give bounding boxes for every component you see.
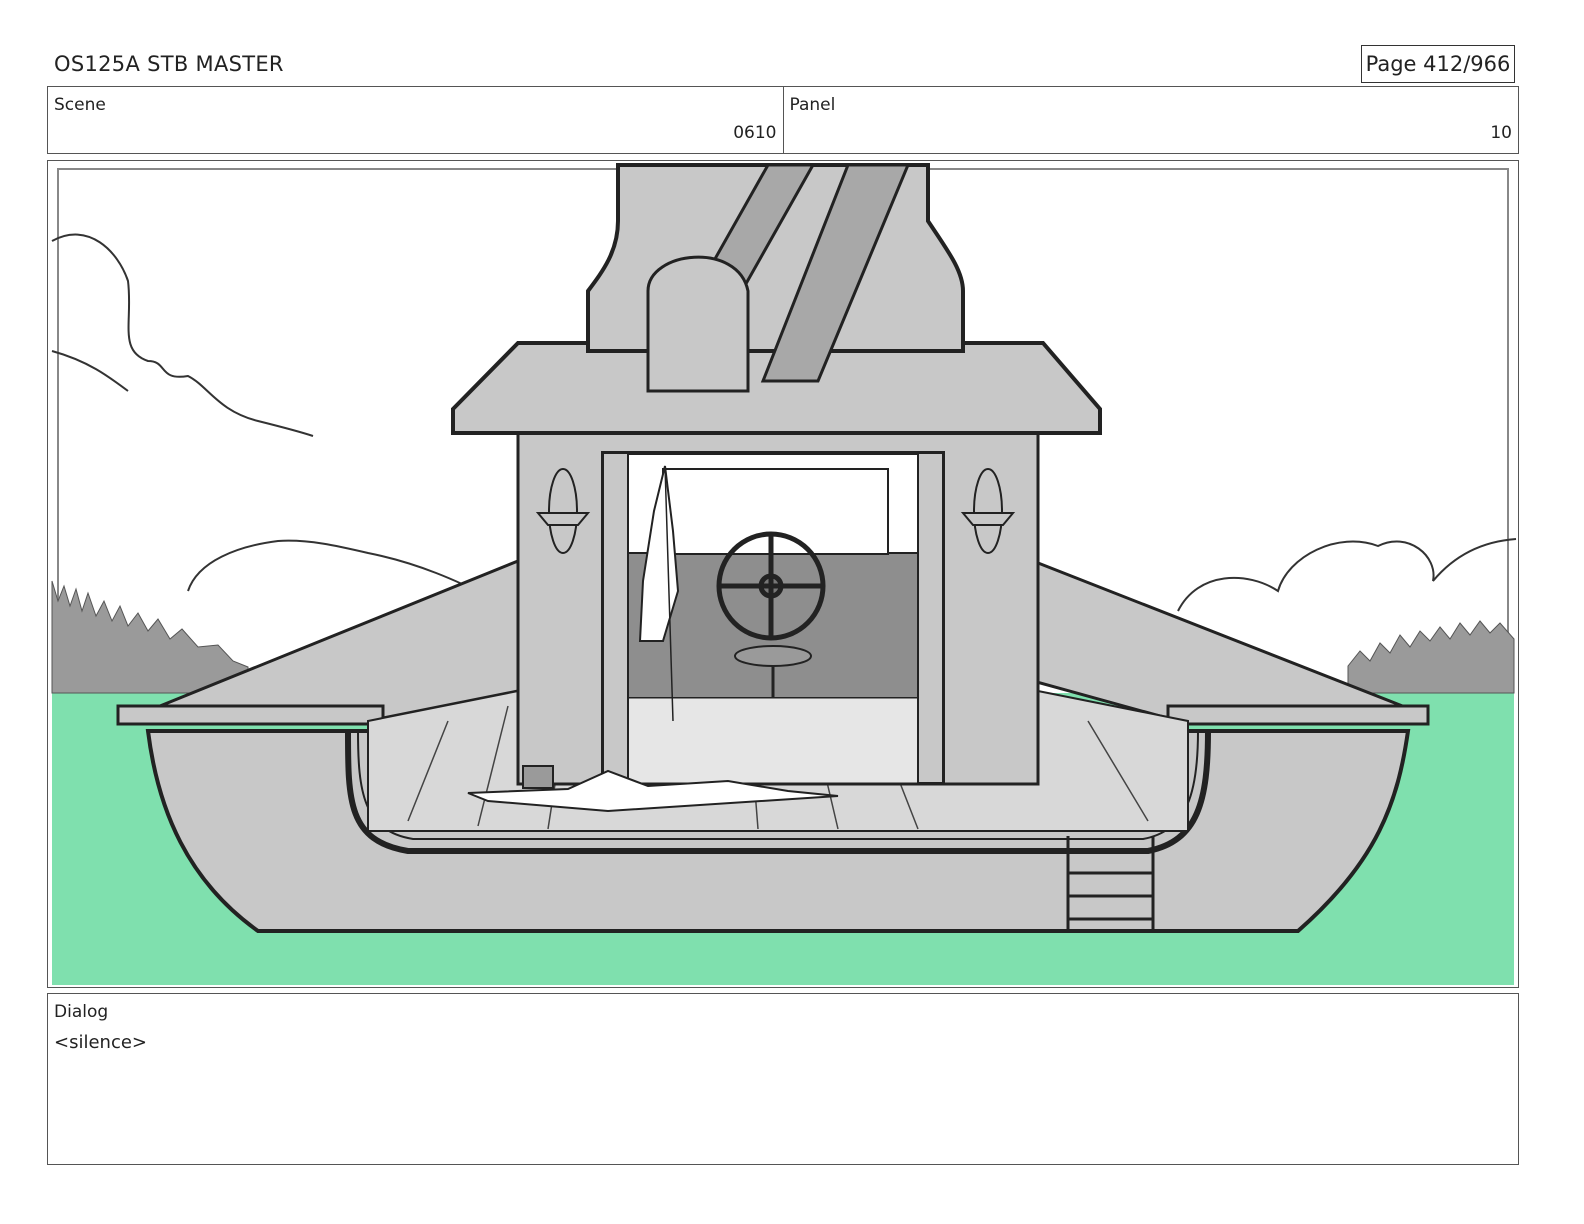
document-title: OS125A STB MASTER (54, 52, 284, 76)
captain-stool (734, 645, 812, 667)
deck-box (522, 765, 554, 789)
cabin-window (662, 468, 889, 555)
storyboard-frame (47, 160, 1519, 988)
scene-number: 0610 (733, 123, 777, 143)
scene-cell: Scene 0610 (48, 87, 783, 153)
door-pillar-left (602, 452, 629, 784)
door-pillar-right (917, 452, 944, 784)
panel-number: 10 (1490, 123, 1512, 143)
scene-label: Scene (54, 95, 106, 115)
dialog-label: Dialog (54, 1002, 109, 1022)
panel-label: Panel (789, 95, 836, 115)
storyboard-drawing (48, 161, 1518, 987)
panel-cell: Panel 10 (782, 87, 1519, 153)
cabin-floor (627, 697, 919, 784)
steering-wheel (716, 531, 826, 641)
page-number: Page 412/966 (1361, 45, 1515, 83)
tower-arch (646, 255, 750, 393)
deck-rail-right (1166, 704, 1430, 726)
deck-rail-left (116, 704, 385, 726)
scene-panel-info: Scene 0610 Panel 10 (47, 86, 1519, 154)
dialog-box: Dialog <silence> (47, 993, 1519, 1165)
dialog-text: <silence> (54, 1032, 147, 1053)
